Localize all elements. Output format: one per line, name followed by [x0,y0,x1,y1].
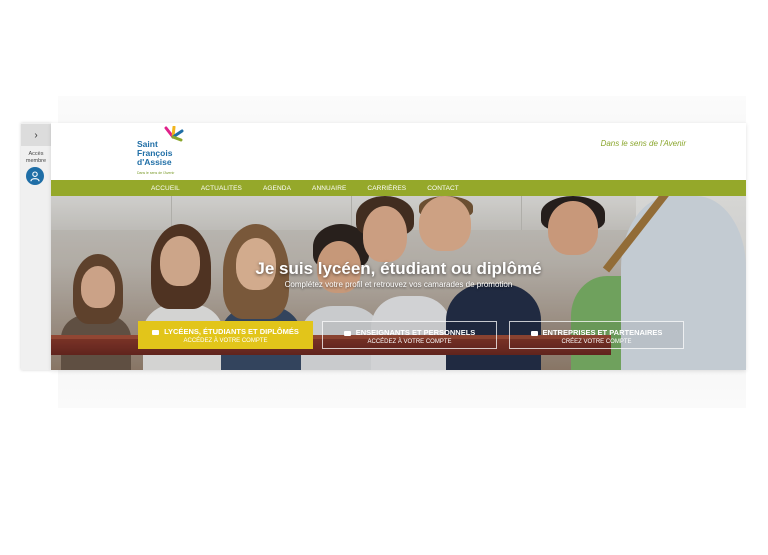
site-logo[interactable]: Saint François d'Assise Dans le sens de … [137,126,197,178]
nav-item-agenda[interactable]: AGENDA [263,185,291,192]
hero-title: Je suis lycéen, étudiant ou diplômé [255,259,542,278]
nav-item-contact[interactable]: CONTACT [427,185,459,192]
member-avatar-button[interactable] [26,167,44,185]
cta-companies-button[interactable]: ENTREPRISES ET PARTENAIRES CRÉEZ VOTRE C… [509,321,684,349]
logo-subline: Dans le sens de l'Avenir [137,171,175,175]
website-frame: Saint François d'Assise Dans le sens de … [51,123,746,370]
cta-companies-title-text: ENTREPRISES ET PARTENAIRES [542,328,663,337]
member-access-label-line1: Accès [28,151,44,157]
cta-companies-title: ENTREPRISES ET PARTENAIRES [510,328,683,337]
member-access-label-line2: membre [25,158,47,164]
member-access-label: Accès membre [21,151,51,165]
chevron-right-icon: › [34,129,38,141]
cta-students-title-text: LYCÉENS, ÉTUDIANTS ET DIPLÔMÉS [164,327,299,336]
hero-subtitle: Complétez votre profil et retrouvez vos … [284,280,513,289]
main-nav: ACCUEIL ACTUALITES AGENDA ANNUAIRE CARRI… [51,180,746,196]
building-icon [530,330,538,336]
nav-item-accueil[interactable]: ACCUEIL [151,185,180,192]
hero-banner: Je suis lycéen, étudiant ou diplômé Comp… [51,196,746,370]
cta-staff-button[interactable]: ENSEIGNANTS ET PERSONNELS ACCÉDEZ À VOTR… [322,321,497,349]
nav-item-annuaire[interactable]: ANNUAIRE [312,185,346,192]
nav-item-carrieres[interactable]: CARRIÈRES [367,185,406,192]
cta-companies-subtitle: CRÉEZ VOTRE COMPTE [561,339,632,345]
cta-staff-title-text: ENSEIGNANTS ET PERSONNELS [355,328,476,337]
header-tagline: Dans le sens de l'Avenir [600,139,686,148]
user-icon [30,170,40,181]
cta-staff-subtitle: ACCÉDEZ À VOTRE COMPTE [367,339,452,345]
cta-students-title: LYCÉENS, ÉTUDIANTS ET DIPLÔMÉS [138,327,313,336]
panel-toggle-button[interactable]: › [21,124,51,146]
nav-item-actualites[interactable]: ACTUALITES [201,185,242,192]
book-icon [152,329,160,335]
cta-staff-title: ENSEIGNANTS ET PERSONNELS [323,328,496,337]
cta-students-button[interactable]: LYCÉENS, ÉTUDIANTS ET DIPLÔMÉS ACCÉDEZ À… [138,321,313,349]
cta-students-subtitle: ACCÉDEZ À VOTRE COMPTE [183,338,268,344]
person-icon [343,330,351,336]
logo-line-3: d'Assise [137,157,172,167]
logo-wordmark: Saint François d'Assise [137,140,172,167]
